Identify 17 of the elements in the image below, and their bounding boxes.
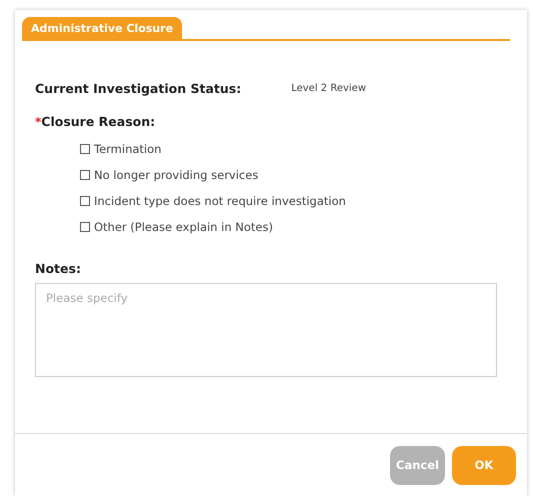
closure-reason-label: Closure Reason: [41,114,156,129]
checkbox[interactable] [80,222,90,232]
notes-field[interactable]: Please specify [35,283,497,377]
notes-label: Notes: [35,261,81,276]
cancel-button[interactable]: Cancel [390,446,445,484]
required-mark: * [35,114,42,128]
ok-button[interactable]: OK [452,446,516,484]
option-label: Incident type does not require investigation [94,194,346,208]
option-label: Other (Please explain in Notes) [94,220,273,234]
option-label: Termination [94,142,162,156]
status-label: Current Investigation Status: [35,81,242,96]
checkbox[interactable] [80,170,90,180]
dialog-tab[interactable]: Administrative Closure [22,17,182,39]
status-value: Level 2 Review [291,83,366,94]
checkbox[interactable] [80,196,90,206]
checkbox[interactable] [80,144,90,154]
option-label: No longer providing services [94,168,258,182]
